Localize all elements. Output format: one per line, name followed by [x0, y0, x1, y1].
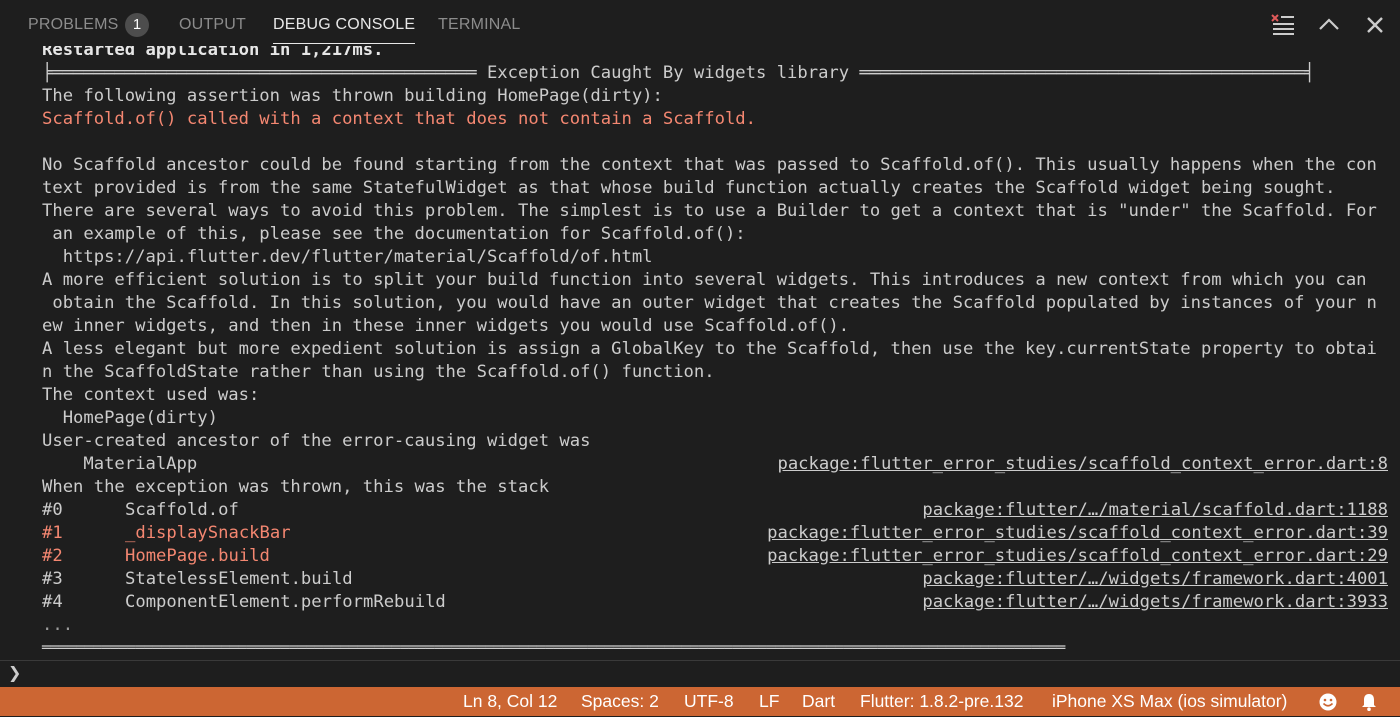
frame-function: Scaffold.of [125, 500, 239, 520]
restart-message: Restarted application in 1,217ms. [42, 46, 384, 60]
console-line: There are several ways to avoid this pro… [42, 201, 1377, 221]
frame-source-link[interactable]: package:flutter_error_studies/scaffold_c… [767, 545, 1388, 568]
console-line: obtain the Scaffold. In this solution, y… [42, 293, 1377, 313]
stack-intro: When the exception was thrown, this was … [42, 477, 550, 497]
frame-function: _displaySnackBar [125, 523, 291, 543]
console-line: an example of this, please see the docum… [42, 224, 746, 244]
console-line: A more efficient solution is to split yo… [42, 270, 1367, 290]
stack-ellipsis: ... [42, 615, 74, 635]
tab-problems-label: PROBLEMS [28, 16, 119, 33]
status-bar: Ln 8, Col 12 Spaces: 2 UTF-8 LF Dart Flu… [0, 687, 1400, 716]
frame-function: HomePage.build [125, 546, 270, 566]
ancestor-source-link[interactable]: package:flutter_error_studies/scaffold_c… [777, 453, 1388, 476]
console-line: n the ScaffoldState rather than using th… [42, 362, 715, 382]
frame-function: StatelessElement.build [125, 569, 353, 589]
repl-input-row: ❯ [0, 660, 1400, 687]
frame-function: ComponentElement.performRebuild [125, 592, 446, 612]
console-line: User-created ancestor of the error-causi… [42, 431, 591, 451]
tab-debug-console[interactable]: DEBUG CONSOLE [273, 0, 416, 46]
status-indentation[interactable]: Spaces: 2 [581, 687, 659, 716]
tab-debug-console-label: DEBUG CONSOLE [273, 16, 416, 33]
clear-console-icon[interactable] [1270, 11, 1296, 37]
tab-terminal-label: TERMINAL [438, 16, 521, 33]
frame-source-link[interactable]: package:flutter/…/widgets/framework.dart… [922, 568, 1388, 591]
status-eol[interactable]: LF [759, 687, 779, 716]
docs-url-line: https://api.flutter.dev/flutter/material… [42, 247, 653, 267]
console-line: HomePage(dirty) [42, 408, 218, 428]
frame-number: #3 [42, 569, 63, 589]
tab-output-label: OUTPUT [179, 16, 246, 33]
status-encoding[interactable]: UTF-8 [684, 687, 734, 716]
frame-source-link[interactable]: package:flutter/…/widgets/framework.dart… [922, 591, 1388, 614]
smiley-feedback-icon[interactable] [1318, 692, 1338, 717]
status-cursor-position[interactable]: Ln 8, Col 12 [463, 687, 557, 716]
prompt-chevron-icon: ❯ [8, 663, 22, 682]
exception-footer: ════════════════════════════════════════… [42, 640, 1066, 656]
console-line: ew inner widgets, and then in these inne… [42, 316, 850, 336]
debug-console-output[interactable]: Restarted application in 1,217ms. ╞═════… [0, 46, 1400, 660]
chevron-up-icon[interactable] [1316, 11, 1342, 37]
frame-number: #1 [42, 523, 63, 543]
status-flutter-version[interactable]: Flutter: 1.8.2-pre.132 [860, 687, 1023, 716]
frame-source-link[interactable]: package:flutter_error_studies/scaffold_c… [767, 522, 1388, 545]
frame-source-link[interactable]: package:flutter/…/material/scaffold.dart… [922, 499, 1388, 522]
console-line: No Scaffold ancestor could be found star… [42, 155, 1377, 175]
frame-number: #4 [42, 592, 63, 612]
console-line: text provided is from the same StatefulW… [42, 178, 1336, 198]
console-line: A less elegant but more expedient soluti… [42, 339, 1377, 359]
problems-count-badge: 1 [125, 13, 149, 37]
close-icon[interactable] [1362, 11, 1388, 37]
error-message: Scaffold.of() called with a context that… [42, 109, 756, 129]
panel-tab-bar: PROBLEMS 1 OUTPUT DEBUG CONSOLE TERMINAL [0, 0, 1400, 46]
frame-number: #2 [42, 546, 63, 566]
console-line: The following assertion was thrown build… [42, 86, 663, 106]
tab-terminal[interactable]: TERMINAL [438, 0, 521, 46]
frame-number: #0 [42, 500, 63, 520]
console-line: The context used was: [42, 385, 260, 405]
status-device[interactable]: iPhone XS Max (ios simulator) [1052, 687, 1287, 716]
tab-output[interactable]: OUTPUT [179, 0, 246, 46]
bell-notification-icon[interactable] [1359, 692, 1379, 717]
exception-header: ╞═══════════════════════════════════════… [42, 63, 1315, 83]
status-language[interactable]: Dart [802, 687, 835, 716]
tab-problems[interactable]: PROBLEMS [28, 0, 119, 46]
ancestor-widget-name: MaterialApp [42, 454, 198, 474]
repl-input[interactable] [28, 663, 1392, 685]
